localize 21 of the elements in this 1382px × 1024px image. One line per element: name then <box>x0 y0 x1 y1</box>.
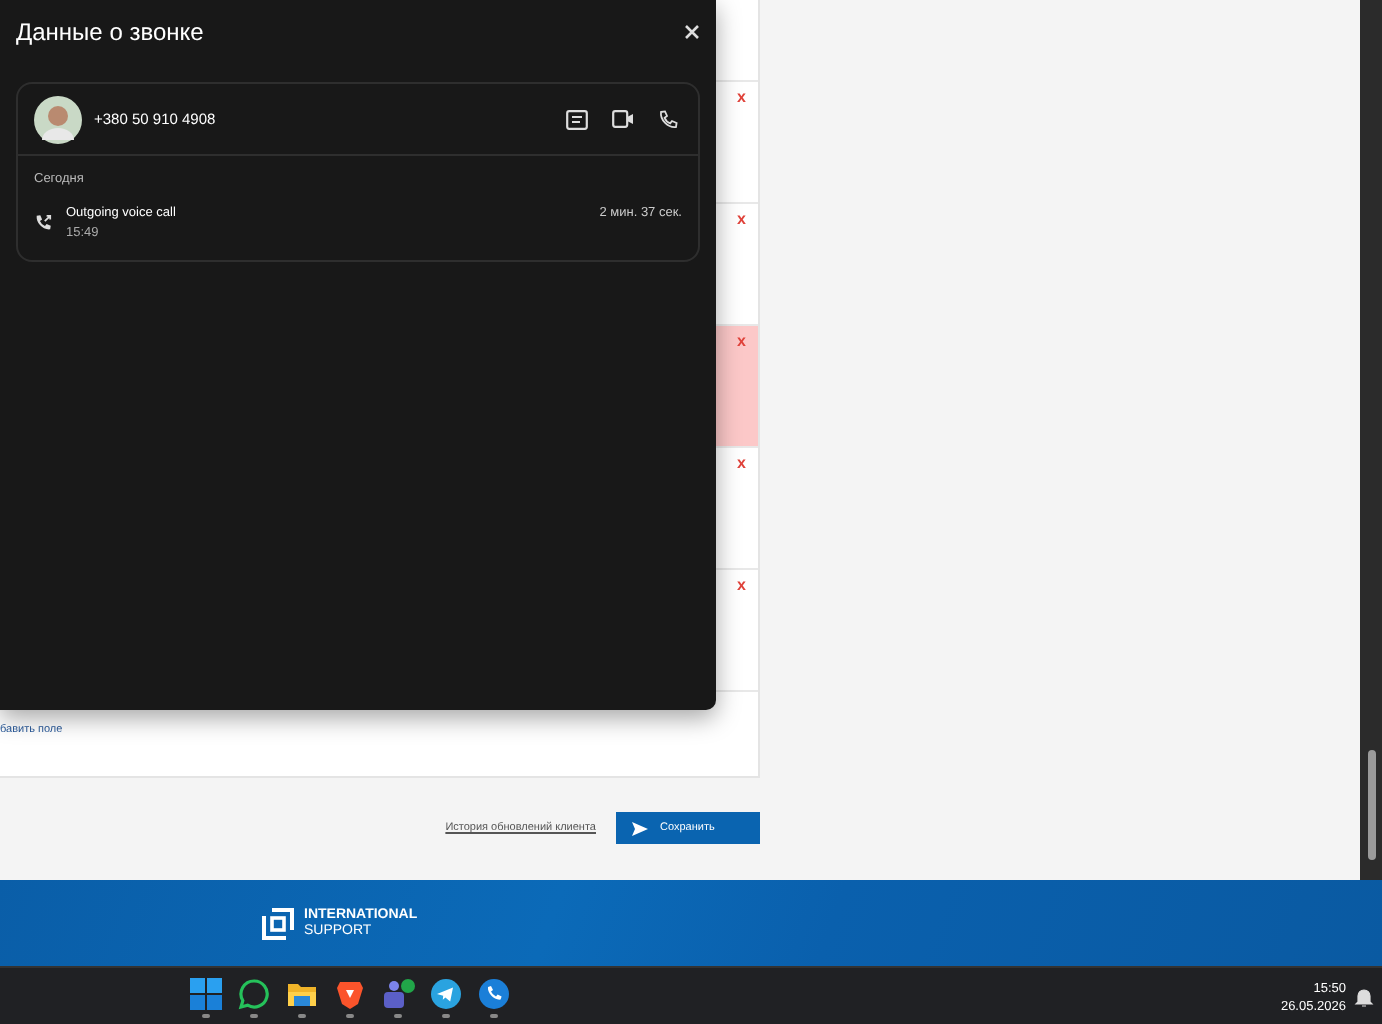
remove-mark[interactable]: x <box>737 210 746 230</box>
remove-mark[interactable]: x <box>737 454 746 474</box>
close-icon[interactable] <box>684 24 700 40</box>
phone-app-icon[interactable] <box>478 977 510 1009</box>
bell-icon[interactable] <box>1354 987 1374 1007</box>
outgoing-call-icon <box>34 214 52 232</box>
video-icon[interactable] <box>612 109 634 127</box>
shield-icon[interactable] <box>334 977 366 1009</box>
message-icon[interactable] <box>566 109 588 129</box>
phone-icon[interactable] <box>658 109 678 129</box>
dialog-title: Данные о звонке <box>16 18 204 46</box>
paper-plane-icon[interactable] <box>430 977 462 1009</box>
people-icon[interactable] <box>380 977 416 1009</box>
scrollbar[interactable] <box>1360 0 1382 880</box>
windows-logo-icon[interactable] <box>190 977 222 1009</box>
avatar <box>34 95 82 143</box>
send-icon <box>632 821 648 835</box>
chat-bubble-icon[interactable] <box>238 977 270 1009</box>
logo-icon <box>262 907 294 939</box>
remove-mark[interactable]: x <box>737 576 746 596</box>
remove-mark[interactable]: x <box>737 88 746 108</box>
